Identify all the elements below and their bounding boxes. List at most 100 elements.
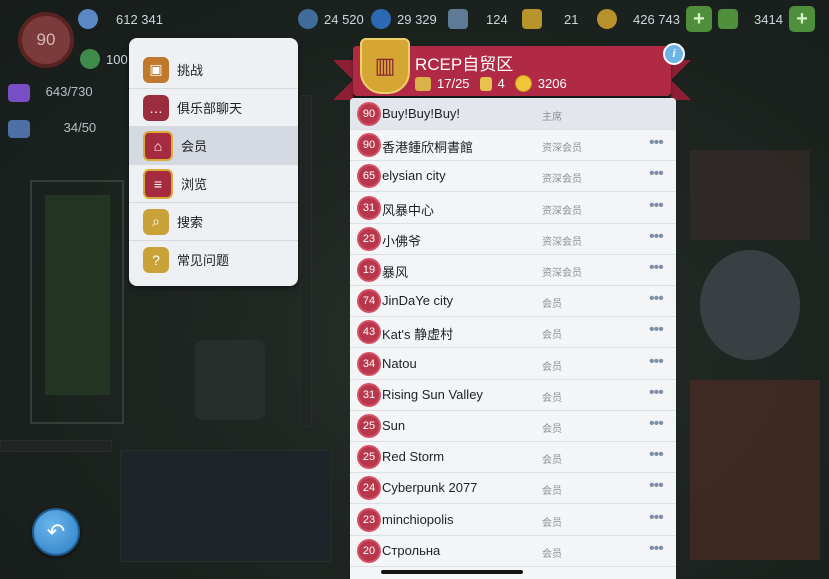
- simoleon-coin-icon: [597, 9, 617, 29]
- member-name: Cyberpunk 2077: [382, 480, 478, 496]
- member-options-button[interactable]: •••: [649, 384, 664, 402]
- club-shield-icon: ⌂: [143, 130, 173, 161]
- browse-shield-icon: ≡: [143, 168, 173, 199]
- member-level-badge: 43: [359, 322, 379, 343]
- member-options-button[interactable]: •••: [649, 415, 664, 433]
- member-options-button[interactable]: •••: [649, 259, 664, 277]
- member-row[interactable]: 31 Rising Sun Valley 会员 •••: [350, 379, 676, 411]
- workers-stat[interactable]: 34/50: [8, 120, 96, 138]
- menu-item-browse[interactable]: ≡ 浏览: [129, 165, 298, 203]
- member-row[interactable]: 74 JinDaYe city 会员 •••: [350, 285, 676, 318]
- member-options-button[interactable]: •••: [649, 228, 664, 246]
- member-options-button[interactable]: •••: [649, 353, 664, 371]
- club-stats: 17/25 4 3206: [415, 75, 567, 92]
- member-name: Строльна: [382, 542, 441, 558]
- player-level-badge[interactable]: 90: [18, 12, 74, 68]
- shovel-stat[interactable]: 124: [448, 8, 508, 30]
- member-row[interactable]: 90 香港鍾欣桐書館 资深会员 •••: [350, 129, 676, 162]
- member-role: 主席: [542, 112, 562, 123]
- member-options-button[interactable]: •••: [649, 165, 664, 183]
- menu-item-search[interactable]: ⌕ 搜索: [129, 203, 298, 241]
- club-points: 3206: [537, 76, 567, 91]
- back-button[interactable]: ↶: [32, 508, 80, 556]
- member-options-button[interactable]: •••: [649, 477, 664, 495]
- menu-item-challenges[interactable]: ▣ 挑战: [129, 51, 298, 89]
- member-row[interactable]: 65 elysian city 资深会员 •••: [350, 160, 676, 193]
- member-role: 会员: [542, 361, 562, 373]
- add-simoleons-button[interactable]: +: [686, 6, 712, 32]
- member-row[interactable]: 23 minchiopolis 会员 •••: [350, 504, 676, 536]
- simoleons-value: 426 743: [633, 11, 680, 27]
- member-row[interactable]: 34 Natou 会员 •••: [350, 348, 676, 380]
- member-name: Buy!Buy!Buy!: [382, 106, 461, 121]
- neo-coin-icon: [298, 9, 318, 29]
- member-row[interactable]: 23 小佛爷 资深会员 •••: [350, 223, 676, 255]
- blue-simoleons-stat[interactable]: 29 329: [371, 8, 437, 30]
- member-row[interactable]: 24 Cyberpunk 2077 会员 •••: [350, 472, 676, 505]
- member-options-button[interactable]: •••: [649, 290, 664, 308]
- keys-stat[interactable]: 21: [522, 8, 578, 30]
- club-banner: ▥ RCEP自贸区 17/25 4 3206: [333, 38, 691, 100]
- member-role: 会员: [542, 517, 562, 529]
- member-options-button[interactable]: •••: [649, 446, 664, 464]
- member-row[interactable]: 31 风暴中心 资深会员 •••: [350, 192, 676, 224]
- member-options-button[interactable]: •••: [649, 197, 664, 215]
- member-level-badge: 90: [359, 104, 379, 124]
- member-name: Natou: [382, 355, 417, 371]
- member-role: 资深会员: [542, 143, 582, 155]
- member-level-badge: 74: [359, 291, 379, 312]
- member-options-button[interactable]: •••: [649, 134, 664, 152]
- member-level-badge: 25: [359, 447, 379, 468]
- member-name: 暴风: [382, 265, 409, 280]
- member-row[interactable]: 25 Red Storm 会员 •••: [350, 441, 676, 474]
- member-role: 会员: [542, 299, 562, 311]
- treasure-chest-icon: ▣: [143, 56, 169, 83]
- member-options-button[interactable]: •••: [649, 509, 664, 527]
- simoleons-stat[interactable]: 426 743 +: [597, 6, 712, 32]
- member-level-badge: 23: [359, 228, 379, 249]
- simcash-value: 3414: [754, 11, 783, 27]
- menu-item-label: 常见问题: [177, 253, 230, 268]
- people-icon: [78, 9, 98, 29]
- population-stat[interactable]: 612 341: [78, 8, 163, 30]
- sim-cash-small-value: 100: [106, 51, 128, 67]
- simcash-stat[interactable]: 3414 +: [718, 6, 815, 32]
- member-role: 会员: [542, 486, 562, 498]
- member-name: Kat's 静虚村: [382, 327, 454, 343]
- storage-stat[interactable]: 643/730: [8, 84, 93, 102]
- ribbon-tail: [333, 60, 353, 100]
- menu-item-label: 会员: [181, 139, 208, 154]
- member-name: 风暴中心: [382, 202, 435, 218]
- member-role: 会员: [542, 330, 562, 342]
- menu-item-faq[interactable]: ? 常见问题: [129, 241, 298, 278]
- menu-item-label: 挑战: [177, 63, 204, 78]
- sim-cash-small-stat: 100: [80, 48, 128, 70]
- coin-icon: [80, 49, 100, 69]
- club-info-button[interactable]: i: [663, 43, 685, 65]
- shovel-icon: [448, 9, 468, 29]
- add-simcash-button[interactable]: +: [788, 6, 815, 32]
- menu-item-members[interactable]: ⌂ 会员: [129, 127, 298, 165]
- menu-item-label: 俱乐部聊天: [177, 101, 243, 116]
- member-name: 香港鍾欣桐書館: [382, 140, 474, 156]
- member-level-badge: 31: [359, 384, 379, 405]
- member-row[interactable]: 25 Sun 会员 •••: [350, 410, 676, 442]
- neo-simoleons-stat[interactable]: 24 520: [298, 8, 364, 30]
- club-emblem-icon: ▥: [360, 38, 410, 94]
- club-trophies: 4: [497, 76, 505, 91]
- member-list[interactable]: 90 Buy!Buy!Buy! 主席 90 香港鍾欣桐書館 资深会员 ••• 65 elysia…: [350, 98, 676, 579]
- member-row[interactable]: 20 Строльна 会员 •••: [350, 535, 676, 567]
- shovel-value: 124: [486, 11, 508, 27]
- member-row[interactable]: 90 Buy!Buy!Buy! 主席: [350, 98, 676, 130]
- member-options-button[interactable]: •••: [649, 540, 664, 558]
- menu-item-club-chat[interactable]: … 俱乐部聊天: [129, 89, 298, 127]
- member-row[interactable]: 43 Kat's 静虚村 会员 •••: [350, 316, 676, 349]
- menu-item-label: 搜索: [177, 215, 204, 230]
- club-points-icon: [514, 75, 532, 92]
- back-arrow-icon: ↶: [46, 519, 66, 544]
- member-role: 会员: [542, 548, 562, 560]
- member-level-badge: 19: [359, 260, 379, 280]
- member-row[interactable]: 19 暴风 资深会员 •••: [350, 254, 676, 286]
- member-level-badge: 34: [359, 353, 379, 374]
- member-options-button[interactable]: •••: [649, 321, 664, 339]
